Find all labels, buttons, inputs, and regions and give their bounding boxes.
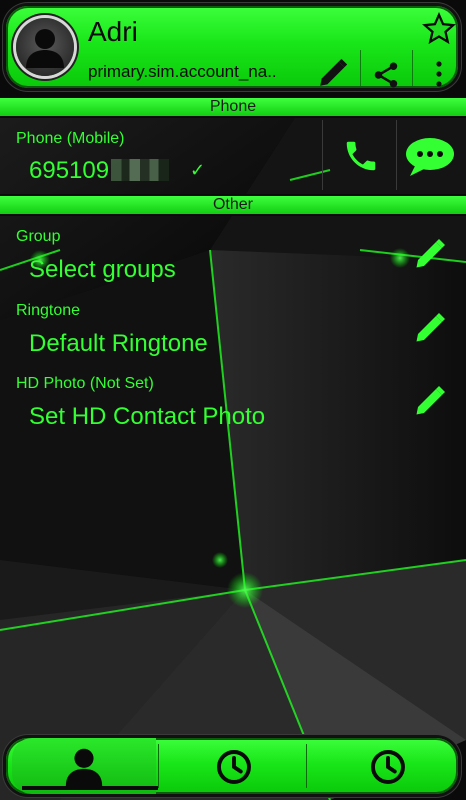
- phone-divider: [322, 120, 323, 190]
- section-header-phone: Phone: [0, 96, 466, 118]
- phone-number-text: 695109: [29, 157, 110, 184]
- group-value[interactable]: Select groups: [29, 256, 176, 284]
- avatar-icon: [26, 29, 64, 68]
- hd-photo-value[interactable]: Set HD Contact Photo: [29, 403, 265, 431]
- blurred-digits: [111, 159, 170, 181]
- header-divider: [360, 50, 361, 86]
- overflow-icon[interactable]: [434, 58, 444, 90]
- contact-name[interactable]: Adri: [88, 16, 138, 48]
- share-icon[interactable]: [371, 60, 401, 90]
- phone-label: Phone (Mobile): [16, 130, 125, 147]
- call-icon[interactable]: [342, 136, 380, 176]
- tab-recent[interactable]: [306, 738, 452, 794]
- bottom-tab-bar: [6, 738, 458, 794]
- avatar[interactable]: [16, 18, 74, 76]
- account-name: primary.sim.account_na..: [88, 62, 277, 81]
- contact-header: Adri primary.sim.account_na..: [6, 6, 458, 88]
- recent-clock-icon: [371, 750, 405, 784]
- phone-number[interactable]: 695109: [29, 157, 170, 185]
- active-tab-indicator: [22, 786, 158, 790]
- edit-hd-photo-pencil-icon[interactable]: [412, 383, 448, 419]
- primary-check-icon: ✓: [190, 160, 206, 180]
- header-divider: [412, 50, 413, 86]
- ringtone-label: Ringtone: [16, 302, 81, 319]
- hd-photo-label: HD Photo (Not Set): [16, 375, 154, 392]
- phone-divider: [396, 120, 397, 190]
- pencil-icon[interactable]: [316, 56, 350, 90]
- edit-ringtone-pencil-icon[interactable]: [412, 310, 448, 346]
- tab-history[interactable]: [158, 738, 306, 794]
- message-icon[interactable]: [404, 136, 456, 178]
- ringtone-value[interactable]: Default Ringtone: [29, 330, 208, 358]
- star-icon[interactable]: [422, 12, 456, 46]
- group-label: Group: [16, 228, 61, 245]
- contact-tab-icon: [65, 748, 103, 787]
- tab-contact[interactable]: [12, 738, 158, 794]
- history-clock-icon: [217, 750, 251, 784]
- edit-group-pencil-icon[interactable]: [412, 236, 448, 272]
- contact-details: Phone (Mobile) 695109 ✓ Group Select gro…: [0, 0, 466, 800]
- section-header-other: Other: [0, 194, 466, 216]
